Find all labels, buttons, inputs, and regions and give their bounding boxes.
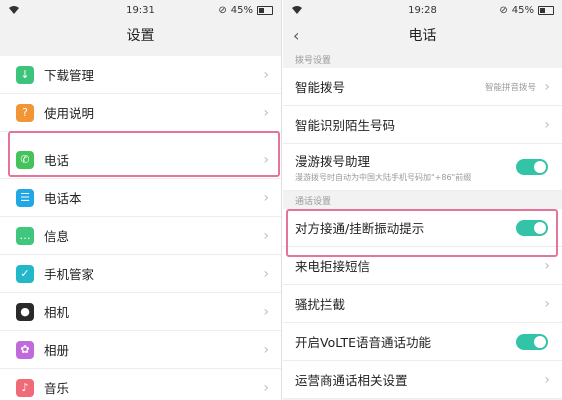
phone-settings-list: 拨号设置 智能拨号 智能拼音拨号 › 智能识别陌生号码 › 漫游拨号助理 漫游拨…	[283, 50, 562, 399]
download-icon: ↓	[16, 65, 34, 84]
settings-screen: 19:31 ⊘ 45% 设置 ↓ 下载管理 › ? 使用说明 › ✆ 电话 › …	[0, 0, 282, 400]
message-icon: …	[16, 226, 34, 245]
battery-icon	[538, 5, 554, 15]
stranger-number-item[interactable]: 智能识别陌生号码 ›	[283, 106, 562, 144]
item-label: 对方接通/挂断振动提示	[295, 221, 425, 236]
settings-item-album[interactable]: ✿ 相册 ›	[0, 331, 281, 369]
page-title-bar: 设置	[0, 20, 281, 50]
album-icon: ✿	[16, 340, 34, 359]
contacts-icon: ☰	[16, 188, 34, 207]
item-value: 智能拼音拨号	[484, 82, 536, 93]
settings-item-label: 相机	[44, 305, 70, 320]
section-header: 通话设置	[283, 191, 562, 209]
item-label: 智能识别陌生号码	[295, 118, 396, 133]
chevron-right-icon: ›	[263, 104, 269, 121]
chevron-right-icon: ›	[263, 265, 269, 282]
item-subtitle: 漫游拨号时自动为中国大陆手机号码加"+86"前缀	[295, 173, 472, 182]
camera-icon: ●	[16, 302, 34, 321]
section-header: 拨号设置	[283, 50, 562, 68]
settings-item-label: 相册	[44, 343, 70, 358]
status-bar: 19:28 ⊘ 45%	[283, 0, 562, 20]
smart-dial-item[interactable]: 智能拨号 智能拼音拨号 ›	[283, 68, 562, 106]
item-label: 骚扰拦截	[295, 297, 346, 312]
settings-item-phone[interactable]: ✆ 电话 ›	[0, 141, 281, 179]
roaming-toggle[interactable]	[516, 159, 548, 175]
item-label: 智能拨号	[295, 80, 346, 95]
status-bar: 19:31 ⊘ 45%	[0, 0, 281, 20]
connect-vibrate-item[interactable]: 对方接通/挂断振动提示	[283, 209, 562, 247]
chevron-right-icon: ›	[263, 66, 269, 83]
battery-icon	[257, 5, 273, 15]
page-title-bar: ‹ 电话	[283, 20, 562, 50]
settings-item-music[interactable]: ♪ 音乐 ›	[0, 369, 281, 400]
page-title: 设置	[126, 28, 155, 44]
chevron-right-icon: ›	[544, 116, 550, 133]
settings-item-label: 使用说明	[44, 106, 95, 121]
vibrate-toggle[interactable]	[516, 219, 548, 236]
settings-item-manager[interactable]: ✓ 手机管家 ›	[0, 255, 281, 293]
chevron-right-icon: ›	[263, 303, 269, 320]
status-time: 19:28	[408, 4, 437, 16]
settings-item-messages[interactable]: … 信息 ›	[0, 217, 281, 255]
roaming-dial-item[interactable]: 漫游拨号助理 漫游拨号时自动为中国大陆手机号码加"+86"前缀	[283, 144, 562, 191]
volte-toggle[interactable]	[516, 333, 548, 350]
chevron-right-icon: ›	[544, 257, 550, 274]
chevron-right-icon: ›	[544, 78, 550, 95]
harassment-block-item[interactable]: 骚扰拦截 ›	[283, 285, 562, 323]
carrier-settings-item[interactable]: 运营商通话相关设置 ›	[283, 361, 562, 399]
chevron-right-icon: ›	[263, 189, 269, 206]
shield-icon: ✓	[16, 264, 34, 283]
page-title: 电话	[408, 28, 437, 44]
help-icon: ?	[16, 103, 34, 122]
settings-item-label: 音乐	[44, 381, 70, 396]
item-label: 漫游拨号助理	[295, 154, 371, 169]
settings-item-help[interactable]: ? 使用说明 ›	[0, 94, 281, 132]
settings-item-contacts[interactable]: ☰ 电话本 ›	[0, 179, 281, 217]
music-icon: ♪	[16, 378, 34, 397]
settings-item-label: 电话	[44, 153, 70, 168]
reject-sms-item[interactable]: 来电拒接短信 ›	[283, 247, 562, 285]
back-arrow-icon[interactable]: ‹	[293, 26, 299, 45]
settings-item-label: 信息	[44, 229, 70, 244]
chevron-right-icon: ›	[263, 341, 269, 358]
settings-item-camera[interactable]: ● 相机 ›	[0, 293, 281, 331]
item-label: 运营商通话相关设置	[295, 373, 408, 388]
chevron-right-icon: ›	[544, 371, 550, 388]
item-label: 开启VoLTE语音通话功能	[295, 335, 432, 350]
chevron-right-icon: ›	[544, 295, 550, 312]
settings-item-label: 手机管家	[44, 267, 95, 282]
chevron-right-icon: ›	[263, 151, 269, 168]
status-time: 19:31	[126, 4, 155, 16]
settings-item-download[interactable]: ↓ 下载管理 ›	[0, 56, 281, 94]
volte-item[interactable]: 开启VoLTE语音通话功能	[283, 323, 562, 361]
item-label: 来电拒接短信	[295, 259, 371, 274]
phone-icon: ✆	[16, 150, 34, 169]
chevron-right-icon: ›	[263, 227, 269, 244]
chevron-right-icon: ›	[263, 379, 269, 396]
settings-item-label: 下载管理	[44, 68, 95, 83]
settings-list: ↓ 下载管理 › ? 使用说明 › ✆ 电话 › ☰ 电话本 › … 信息 › …	[0, 56, 281, 400]
settings-item-label: 电话本	[44, 191, 82, 206]
phone-settings-screen: 19:28 ⊘ 45% ‹ 电话 拨号设置 智能拨号 智能拼音拨号 › 智能识别…	[283, 0, 562, 400]
